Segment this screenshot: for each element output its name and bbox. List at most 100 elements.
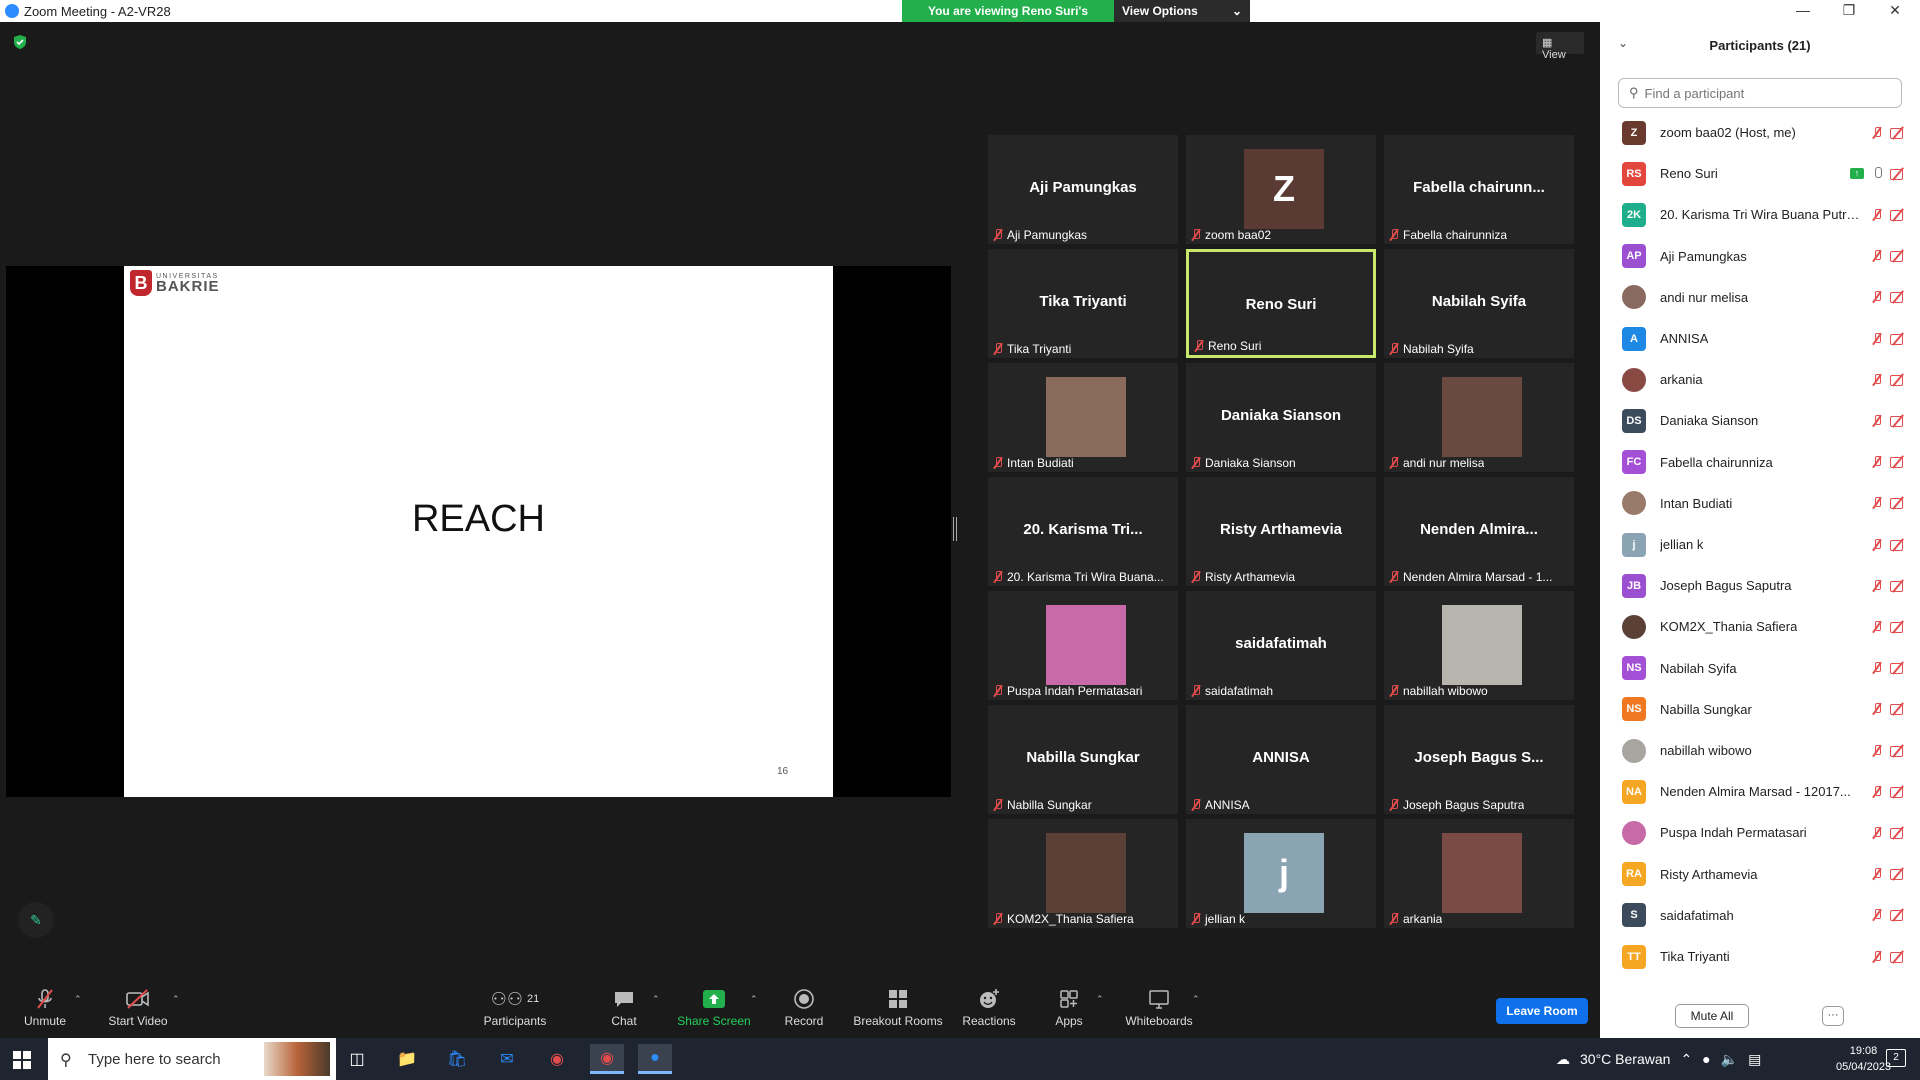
- mic-muted-icon: [993, 343, 1003, 355]
- mic-muted-icon: [1872, 826, 1882, 839]
- store-icon[interactable]: 🛍: [440, 1044, 474, 1074]
- video-tile[interactable]: Joseph Bagus S... Joseph Bagus Saputra: [1384, 705, 1574, 814]
- video-tile[interactable]: Tika Triyanti Tika Triyanti: [988, 249, 1178, 358]
- video-tile[interactable]: Zzoom baa02: [1186, 135, 1376, 244]
- video-tile[interactable]: ANNISA ANNISA: [1186, 705, 1376, 814]
- audio-options-caret[interactable]: ⌃: [74, 994, 82, 1005]
- participant-row[interactable]: AP Aji Pamungkas: [1600, 236, 1920, 277]
- video-tile[interactable]: saidafatimah saidafatimah: [1186, 591, 1376, 700]
- participant-row[interactable]: JB Joseph Bagus Saputra: [1600, 565, 1920, 606]
- maximize-icon[interactable]: ❐: [1826, 0, 1872, 22]
- encryption-shield-icon[interactable]: [12, 34, 28, 50]
- video-tile[interactable]: j jellian k: [1186, 819, 1376, 928]
- more-options-button[interactable]: ···: [1822, 1006, 1844, 1026]
- weather-text[interactable]: 30°C Berawan: [1580, 1051, 1670, 1067]
- video-tile[interactable]: KOM2X_Thania Safiera: [988, 819, 1178, 928]
- taskbar-search-box[interactable]: ⚲ Type here to search: [48, 1038, 336, 1080]
- apps-options-caret[interactable]: ⌃: [1096, 994, 1104, 1005]
- video-tile[interactable]: 20. Karisma Tri... 20. Karisma Tri Wira B…: [988, 477, 1178, 586]
- participant-row[interactable]: FC Fabella chairunniza: [1600, 442, 1920, 483]
- video-tile[interactable]: nabillah wibowo: [1384, 591, 1574, 700]
- chat-button[interactable]: Chat: [608, 988, 640, 1028]
- view-options-button[interactable]: View Options ⌄: [1114, 0, 1250, 22]
- microphone-icon[interactable]: ●: [1702, 1051, 1710, 1067]
- participant-row[interactable]: nabillah wibowo: [1600, 730, 1920, 771]
- volume-icon[interactable]: 🔈: [1721, 1051, 1738, 1068]
- participant-status-icons: [1872, 826, 1906, 839]
- participant-row[interactable]: DS Daniaka Sianson: [1600, 400, 1920, 441]
- notifications-icon[interactable]: 2: [1886, 1049, 1906, 1067]
- participant-row[interactable]: j jellian k: [1600, 524, 1920, 565]
- video-tile[interactable]: Risty Arthamevia Risty Arthamevia: [1186, 477, 1376, 586]
- participant-search-input[interactable]: [1644, 85, 1885, 101]
- video-tile[interactable]: Fabella chairunn... Fabella chairunniza: [1384, 135, 1574, 244]
- mute-all-button[interactable]: Mute All: [1675, 1004, 1749, 1028]
- video-off-icon: [1890, 374, 1906, 386]
- participants-button[interactable]: ⚇⚇ 21 Participants: [480, 988, 550, 1029]
- reactions-button[interactable]: Reactions: [962, 988, 1016, 1028]
- participant-row[interactable]: arkania: [1600, 359, 1920, 400]
- participant-name: Daniaka Sianson: [1660, 413, 1759, 429]
- video-tile[interactable]: arkania: [1384, 819, 1574, 928]
- view-button[interactable]: ▦ View: [1536, 32, 1584, 61]
- video-options-caret[interactable]: ⌃: [172, 994, 180, 1005]
- whiteboards-button[interactable]: Whiteboards: [1124, 988, 1194, 1028]
- participant-row[interactable]: NS Nabilah Syifa: [1600, 648, 1920, 689]
- notification-count: 2: [1893, 1052, 1899, 1063]
- leave-room-button[interactable]: Leave Room: [1496, 998, 1588, 1024]
- video-tile[interactable]: Daniaka Sianson Daniaka Sianson: [1186, 363, 1376, 472]
- share-options-caret[interactable]: ⌃: [750, 994, 758, 1005]
- participant-row[interactable]: NA Nenden Almira Marsad - 12017...: [1600, 771, 1920, 812]
- task-view-icon[interactable]: ◫: [340, 1044, 374, 1074]
- tile-profile-photo: [1046, 605, 1126, 685]
- minimize-icon[interactable]: —: [1780, 0, 1826, 22]
- annotate-pencil-button[interactable]: ✎: [18, 902, 54, 938]
- participant-avatar: Z: [1622, 120, 1646, 145]
- close-icon[interactable]: ✕: [1872, 0, 1918, 22]
- video-tile[interactable]: Nabilla Sungkar Nabilla Sungkar: [988, 705, 1178, 814]
- participant-avatar: NS: [1622, 697, 1646, 722]
- tile-display-name: Reno Suri: [1245, 296, 1317, 313]
- zoom-taskbar-icon[interactable]: ●: [638, 1044, 672, 1074]
- video-tile[interactable]: Nenden Almira... Nenden Almira Marsad - 1…: [1384, 477, 1574, 586]
- mail-icon[interactable]: ✉: [490, 1044, 524, 1074]
- splitter-handle[interactable]: [953, 517, 957, 541]
- participant-row[interactable]: RS Reno Suri ↑: [1600, 153, 1920, 194]
- chrome-icon[interactable]: ◉: [540, 1044, 574, 1074]
- video-tile[interactable]: Nabilah Syifa Nabilah Syifa: [1384, 249, 1574, 358]
- taskbar-clock[interactable]: 19:08 05/04/2023: [1836, 1043, 1891, 1075]
- participant-row[interactable]: KOM2X_Thania Safiera: [1600, 606, 1920, 647]
- participant-search[interactable]: ⚲: [1618, 78, 1902, 108]
- participant-row[interactable]: Ssaidafatimah: [1600, 895, 1920, 936]
- apps-button[interactable]: Apps: [1052, 988, 1086, 1028]
- video-tile[interactable]: Aji Pamungkas Aji Pamungkas: [988, 135, 1178, 244]
- participant-row[interactable]: Intan Budiati: [1600, 483, 1920, 524]
- window-title: Zoom Meeting - A2-VR28: [24, 4, 171, 19]
- participant-row[interactable]: A ANNISA: [1600, 318, 1920, 359]
- network-icon[interactable]: ▤: [1748, 1051, 1761, 1068]
- tile-name-label: andi nur melisa: [1389, 456, 1484, 470]
- windows-start-icon[interactable]: [13, 1051, 31, 1069]
- breakout-rooms-button[interactable]: Breakout Rooms: [850, 988, 946, 1028]
- start-video-button[interactable]: Start Video: [106, 988, 170, 1028]
- video-tile[interactable]: Intan Budiati: [988, 363, 1178, 472]
- participant-row[interactable]: 2K 20. Karisma Tri Wira Buana Putra...: [1600, 194, 1920, 235]
- chat-options-caret[interactable]: ⌃: [652, 994, 660, 1005]
- record-button[interactable]: Record: [782, 988, 826, 1028]
- share-screen-button[interactable]: Share Screen: [676, 988, 752, 1028]
- unmute-button[interactable]: Unmute: [18, 988, 72, 1028]
- file-explorer-icon[interactable]: 📁: [390, 1044, 424, 1074]
- tray-expand-icon[interactable]: ⌃: [1680, 1051, 1692, 1068]
- participant-row[interactable]: Puspa Indah Permatasari: [1600, 812, 1920, 853]
- participant-row[interactable]: andi nur melisa: [1600, 277, 1920, 318]
- chrome-profile-icon[interactable]: ◉: [590, 1044, 624, 1074]
- participant-row[interactable]: Zzoom baa02 (Host, me): [1600, 112, 1920, 153]
- video-tile[interactable]: Puspa Indah Permatasari: [988, 591, 1178, 700]
- participant-row[interactable]: NS Nabilla Sungkar: [1600, 689, 1920, 730]
- tile-name-label: jellian k: [1191, 912, 1245, 926]
- video-tile[interactable]: andi nur melisa: [1384, 363, 1574, 472]
- video-tile[interactable]: Reno Suri Reno Suri: [1186, 249, 1376, 358]
- participant-row[interactable]: TT Tika Triyanti: [1600, 936, 1920, 977]
- participant-row[interactable]: RA Risty Arthamevia: [1600, 854, 1920, 895]
- whiteboards-options-caret[interactable]: ⌃: [1192, 994, 1200, 1005]
